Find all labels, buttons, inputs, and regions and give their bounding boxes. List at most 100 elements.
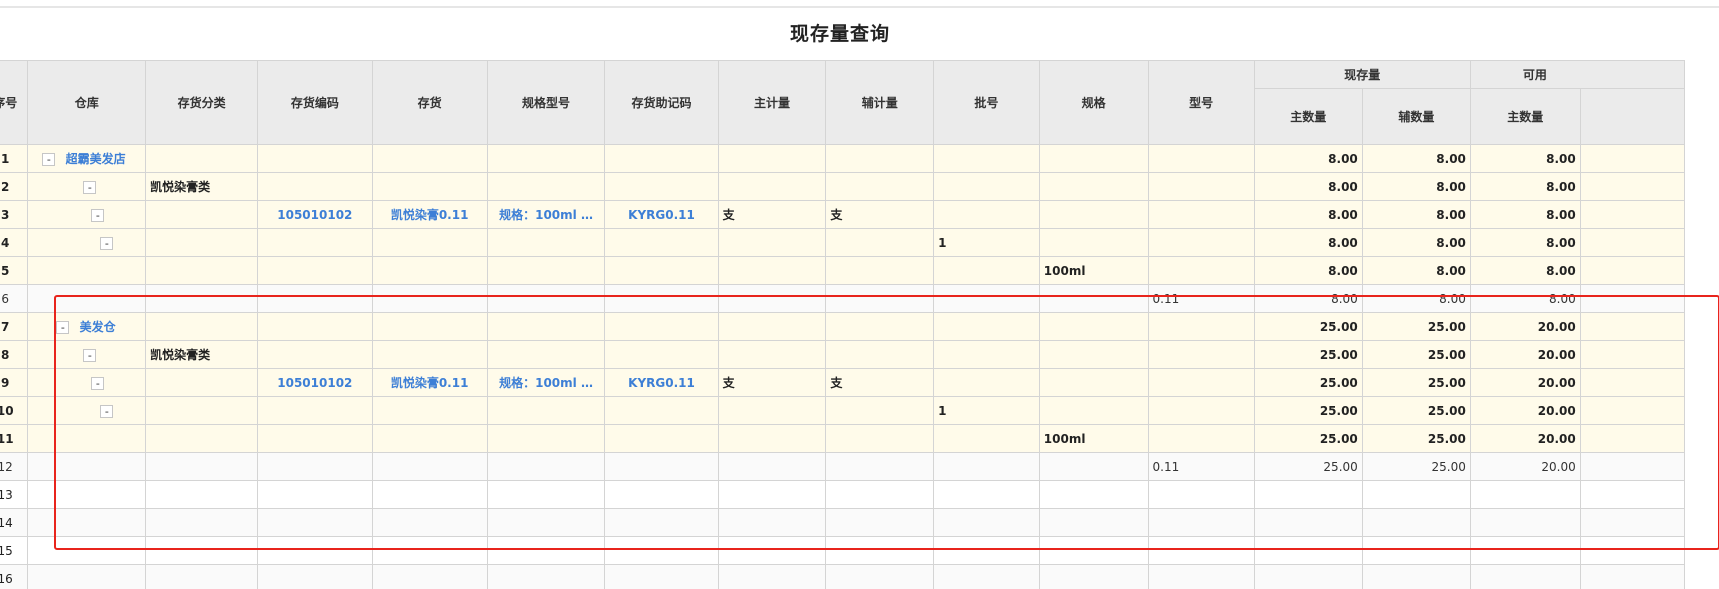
avail-qty-cell: 8.00 xyxy=(1469,256,1581,285)
avail-qty-cell: 20.00 xyxy=(1469,368,1581,397)
category-cell: 凯悦染膏类 xyxy=(145,340,259,369)
header-mnemonic[interactable]: 存货助记码 xyxy=(604,60,719,145)
spec-model-cell xyxy=(486,340,606,369)
table-row[interactable]: 6 0.11 8.00 8.00 8.00 xyxy=(0,284,1686,313)
aux-qty-cell: 25.00 xyxy=(1361,368,1471,397)
table-row[interactable]: 7 - 美发仓 25.00 25.00 20.00 xyxy=(0,312,1686,341)
category-cell xyxy=(145,396,259,425)
collapse-toggle[interactable]: - xyxy=(100,404,114,418)
header-item-code[interactable]: 存货编码 xyxy=(257,60,373,145)
table-row[interactable]: 3 - 105010102 凯悦染膏0.11 规格：100ml … KYRG0.… xyxy=(0,200,1686,229)
avail-qty-cell: 8.00 xyxy=(1469,200,1581,229)
header-spec-model[interactable]: 规格型号 xyxy=(486,60,606,145)
aux-unit-cell xyxy=(825,228,935,257)
main-qty-cell: 8.00 xyxy=(1253,256,1363,285)
header-spec[interactable]: 规格 xyxy=(1038,60,1149,145)
item-code-link[interactable]: 105010102 xyxy=(257,200,373,229)
aux-unit-cell xyxy=(825,256,935,285)
spec-model-link[interactable]: 规格：100ml … xyxy=(486,368,606,397)
collapse-toggle[interactable]: - xyxy=(56,321,70,334)
main-qty-cell: 8.00 xyxy=(1253,200,1363,229)
table-row[interactable]: 13 xyxy=(0,480,1686,509)
row-seq: 5 xyxy=(0,256,29,285)
header-item[interactable]: 存货 xyxy=(371,60,488,145)
aux-unit-cell xyxy=(825,172,935,201)
spec-model-cell xyxy=(486,284,606,313)
header-aux-qty[interactable]: 辅数量 xyxy=(1361,88,1471,145)
warehouse-cell: - xyxy=(27,200,147,229)
item-code-cell xyxy=(257,340,373,369)
collapse-toggle[interactable]: - xyxy=(91,208,105,222)
main-unit-cell xyxy=(717,452,827,481)
table-row[interactable]: 4 - 1 8.00 8.00 8.00 xyxy=(0,228,1686,257)
batch-cell xyxy=(933,340,1040,369)
item-code-cell xyxy=(257,396,373,425)
item-cell xyxy=(371,256,488,285)
row-seq: 6 xyxy=(0,284,29,313)
item-code-cell xyxy=(257,144,373,173)
header-main-qty[interactable]: 主数量 xyxy=(1253,88,1363,145)
category-cell xyxy=(145,228,259,257)
model-cell xyxy=(1147,172,1255,201)
mnemonic-link[interactable]: KYRG0.11 xyxy=(604,200,719,229)
table-row[interactable]: 8 - 凯悦染膏类 25.00 25.00 20.00 xyxy=(0,340,1686,369)
category-cell xyxy=(145,368,259,397)
spec-model-cell xyxy=(486,424,606,453)
row-seq: 13 xyxy=(0,480,29,509)
header-main-unit[interactable]: 主计量 xyxy=(717,60,827,145)
collapse-toggle[interactable]: - xyxy=(83,348,97,362)
spec-cell xyxy=(1038,144,1149,173)
batch-cell xyxy=(933,368,1040,397)
header-batch[interactable]: 批号 xyxy=(933,60,1040,145)
model-cell xyxy=(1147,424,1255,453)
item-link[interactable]: 凯悦染膏0.11 xyxy=(371,200,488,229)
main-qty-cell: 25.00 xyxy=(1253,452,1363,481)
mnemonic-cell xyxy=(604,312,719,341)
row-seq: 11 xyxy=(0,424,29,453)
main-unit-cell xyxy=(717,396,827,425)
item-code-cell xyxy=(257,172,373,201)
table-row[interactable]: 5 100ml 8.00 8.00 8.00 xyxy=(0,256,1686,285)
header-model[interactable]: 型号 xyxy=(1147,60,1255,145)
collapse-toggle[interactable]: - xyxy=(42,153,56,166)
spec-cell xyxy=(1038,228,1149,257)
item-code-link[interactable]: 105010102 xyxy=(257,368,373,397)
table-row[interactable]: 2 - 凯悦染膏类 8.00 8.00 8.00 xyxy=(0,172,1686,201)
collapse-toggle[interactable]: - xyxy=(83,180,97,194)
item-cell xyxy=(371,452,488,481)
model-cell xyxy=(1147,340,1255,369)
main-unit-cell: 支 xyxy=(717,368,827,397)
spec-cell xyxy=(1038,312,1149,341)
table-row[interactable]: 11 100ml 25.00 25.00 20.00 xyxy=(0,424,1686,453)
main-unit-cell xyxy=(717,340,827,369)
main-qty-cell: 8.00 xyxy=(1253,228,1363,257)
header-aux-unit[interactable]: 辅计量 xyxy=(825,60,935,145)
spec-cell: 100ml xyxy=(1038,256,1149,285)
header-seq[interactable]: 序号 xyxy=(0,60,29,145)
table-row[interactable]: 1 - 超霸美发店 8.00 8.00 8.00 xyxy=(0,144,1686,173)
main-unit-cell xyxy=(717,256,827,285)
category-cell: 凯悦染膏类 xyxy=(145,172,259,201)
warehouse-cell: - xyxy=(27,172,147,201)
header-category[interactable]: 存货分类 xyxy=(145,60,259,145)
main-qty-cell: 25.00 xyxy=(1253,340,1363,369)
collapse-toggle[interactable]: - xyxy=(100,236,114,250)
table-row[interactable]: 14 xyxy=(0,508,1686,537)
table-row[interactable]: 9 - 105010102 凯悦染膏0.11 规格：100ml … KYRG0.… xyxy=(0,368,1686,397)
collapse-toggle[interactable]: - xyxy=(91,376,105,390)
main-unit-cell xyxy=(717,284,827,313)
item-link[interactable]: 凯悦染膏0.11 xyxy=(371,368,488,397)
table-row[interactable]: 15 xyxy=(0,536,1686,565)
warehouse-link[interactable]: 超霸美发店 xyxy=(66,152,126,166)
table-row[interactable]: 10 - 1 25.00 25.00 20.00 xyxy=(0,396,1686,425)
warehouse-link[interactable]: 美发仓 xyxy=(80,320,116,334)
mnemonic-link[interactable]: KYRG0.11 xyxy=(604,368,719,397)
table-row[interactable]: 12 0.11 25.00 25.00 20.00 xyxy=(0,452,1686,481)
spec-model-link[interactable]: 规格：100ml … xyxy=(486,200,606,229)
mnemonic-cell xyxy=(604,228,719,257)
header-avail-main-qty[interactable]: 主数量 xyxy=(1469,88,1581,145)
spec-model-cell xyxy=(486,256,606,285)
aux-qty-cell: 8.00 xyxy=(1361,200,1471,229)
header-warehouse[interactable]: 仓库 xyxy=(27,60,147,145)
table-row[interactable]: 16 xyxy=(0,564,1686,589)
